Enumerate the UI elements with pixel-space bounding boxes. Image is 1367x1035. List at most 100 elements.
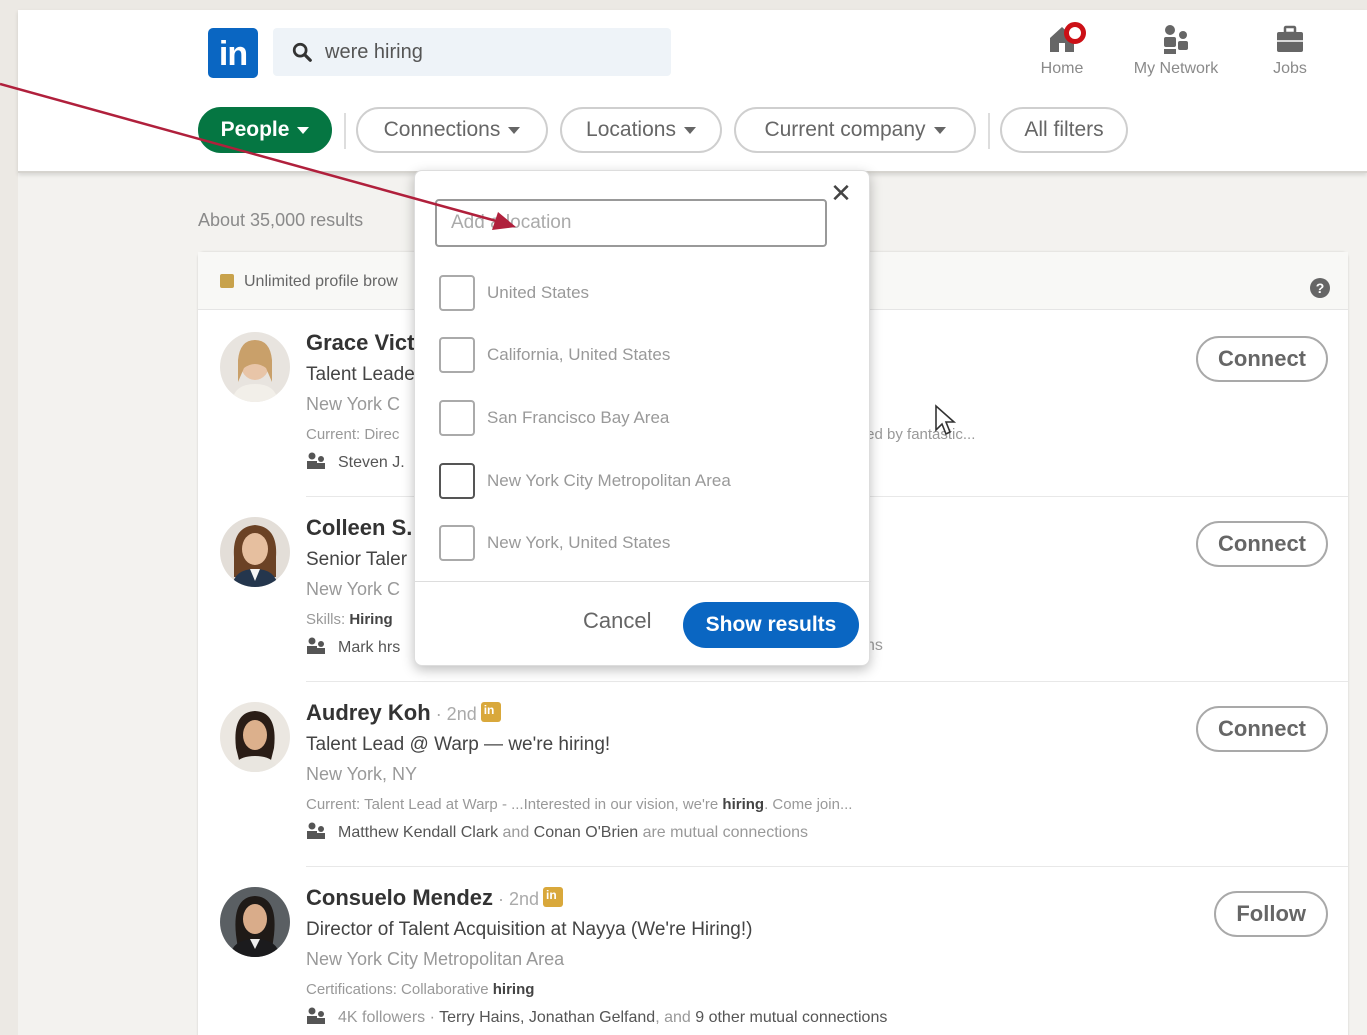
people-filter-pill[interactable]: People (198, 107, 332, 153)
person-location: New York City Metropolitan Area (306, 949, 565, 969)
person-location: New York C (306, 579, 401, 599)
person-name[interactable]: Consuelo Mendez (306, 885, 493, 910)
connect-button[interactable]: Connect (1196, 521, 1328, 567)
person-headline: Senior Taler (306, 549, 408, 570)
result-row: Audrey Koh · 2nd Talent Lead @ Warp — we… (198, 682, 1348, 867)
person-headline: Talent Leade (306, 364, 415, 385)
notification-badge (1064, 22, 1086, 44)
person-snippet: Certifications: Collaborative hiring (306, 981, 534, 998)
avatar[interactable] (220, 887, 290, 957)
mutual-connections-icon (307, 1007, 325, 1024)
search-bar[interactable] (273, 28, 671, 76)
caret-down-icon (683, 126, 696, 134)
results-count: About 35,000 results (198, 210, 364, 230)
snippet-text-end: ted by fantastic... (862, 426, 976, 443)
search-icon (292, 42, 312, 62)
caret-down-icon (297, 126, 310, 134)
person-snippet: Skills: Hiring (306, 611, 393, 628)
person-name-line: Audrey Koh · 2nd (306, 700, 501, 726)
connections-filter-label: Connections (383, 118, 501, 141)
location-option[interactable]: United States (439, 273, 859, 313)
location-checkbox[interactable] (439, 337, 475, 373)
snippet-text: Skills: (306, 611, 350, 628)
location-option-label: New York, United States (487, 533, 671, 552)
cancel-button[interactable]: Cancel (583, 608, 651, 634)
person-snippet: Current: Talent Lead at Warp - ...Intere… (306, 796, 852, 813)
mutual-text: and (498, 824, 534, 841)
locations-filter-pill[interactable]: Locations (560, 107, 722, 153)
location-option-label: San Francisco Bay Area (487, 408, 670, 427)
nav-jobs[interactable]: Jobs (1240, 22, 1340, 92)
nav-my-network[interactable]: My Network (1126, 22, 1226, 92)
result-row: Consuelo Mendez · 2nd Director of Talent… (198, 867, 1348, 1035)
person-location: New York C (306, 394, 401, 414)
connect-button[interactable]: Connect (1196, 706, 1328, 752)
linkedin-premium-icon (543, 887, 564, 907)
divider (344, 113, 346, 149)
mutual-name[interactable]: Steven J. (338, 454, 405, 471)
location-checkbox[interactable] (439, 463, 475, 499)
person-snippet: Current: Direc ted by fantastic... (306, 426, 975, 443)
premium-icon (220, 274, 234, 288)
snippet-text-end: . Come join... (764, 796, 853, 813)
mutual-name[interactable]: Conan O'Brien (534, 824, 638, 841)
mutual-name[interactable]: 9 other mutual connections (695, 1009, 887, 1026)
person-headline: Talent Lead @ Warp — we're hiring! (306, 734, 611, 755)
show-results-button[interactable]: Show results (683, 602, 859, 648)
snippet-highlight: hiring (722, 796, 765, 813)
location-option[interactable]: New York, United States (439, 523, 859, 563)
close-icon[interactable]: ✕ (827, 179, 855, 207)
avatar[interactable] (220, 702, 290, 772)
mutual-connections: Steven J. (306, 452, 405, 472)
person-location: New York, NY (306, 764, 418, 784)
follower-count: 4K followers · (338, 1009, 440, 1026)
nav-network-label: My Network (1133, 60, 1219, 77)
location-checkbox[interactable] (439, 275, 475, 311)
dropdown-footer: Cancel Show results (415, 581, 871, 667)
mutual-text: , and (655, 1009, 696, 1026)
person-name-line: Colleen S. (306, 515, 412, 541)
linkedin-premium-icon (480, 702, 501, 722)
person-name[interactable]: Grace Vict (306, 330, 414, 355)
person-headline: Director of Talent Acquisition at Nayya … (306, 919, 753, 940)
location-option[interactable]: California, United States (439, 335, 859, 375)
locations-dropdown: ✕ United States California, United State… (414, 170, 871, 667)
nav-jobs-label: Jobs (1273, 60, 1307, 77)
mutual-connections: Matthew Kendall Clark and Conan O'Brien … (306, 822, 808, 842)
mutual-name[interactable]: Terry Hains, Jonathan Gelfand (439, 1009, 655, 1026)
network-icon (1164, 25, 1188, 54)
location-option[interactable]: New York City Metropolitan Area (439, 461, 859, 501)
location-checkbox[interactable] (439, 400, 475, 436)
connection-degree: · 2nd (493, 889, 540, 909)
avatar[interactable] (220, 332, 290, 402)
connections-filter-pill[interactable]: Connections (356, 107, 548, 153)
all-filters-button[interactable]: All filters (1000, 107, 1128, 153)
caret-down-icon (508, 126, 521, 134)
mutual-name[interactable]: Mark hrs (338, 639, 400, 656)
snippet-text: Current: Talent Lead at Warp - ...Intere… (306, 796, 723, 813)
help-icon[interactable]: ? (1310, 278, 1330, 298)
location-option[interactable]: San Francisco Bay Area (439, 398, 859, 438)
avatar[interactable] (220, 517, 290, 587)
mutual-name[interactable]: Matthew Kendall Clark (338, 824, 498, 841)
caret-down-icon (933, 126, 946, 134)
mutual-connections: Mark hrs ns (306, 637, 883, 657)
location-option-label: New York City Metropolitan Area (487, 471, 731, 490)
follow-button[interactable]: Follow (1214, 891, 1328, 937)
add-location-input[interactable] (435, 199, 827, 247)
linkedin-logo[interactable]: in (208, 28, 258, 78)
snippet-highlight: Hiring (349, 611, 393, 628)
person-name[interactable]: Audrey Koh (306, 700, 431, 725)
locations-filter-label: Locations (586, 118, 676, 141)
connect-button[interactable]: Connect (1196, 336, 1328, 382)
nav-home[interactable]: Home (1012, 22, 1112, 92)
mutual-connections-icon (307, 822, 325, 839)
search-input[interactable] (325, 36, 655, 68)
current-company-filter-label: Current company (764, 118, 926, 141)
page-frame: in Home My Network (18, 10, 1367, 1035)
person-name[interactable]: Colleen S. (306, 515, 412, 540)
snippet-text: Certifications: Collaborative (306, 981, 493, 998)
mutual-connections-icon (307, 637, 325, 654)
current-company-filter-pill[interactable]: Current company (734, 107, 976, 153)
location-checkbox[interactable] (439, 525, 475, 561)
